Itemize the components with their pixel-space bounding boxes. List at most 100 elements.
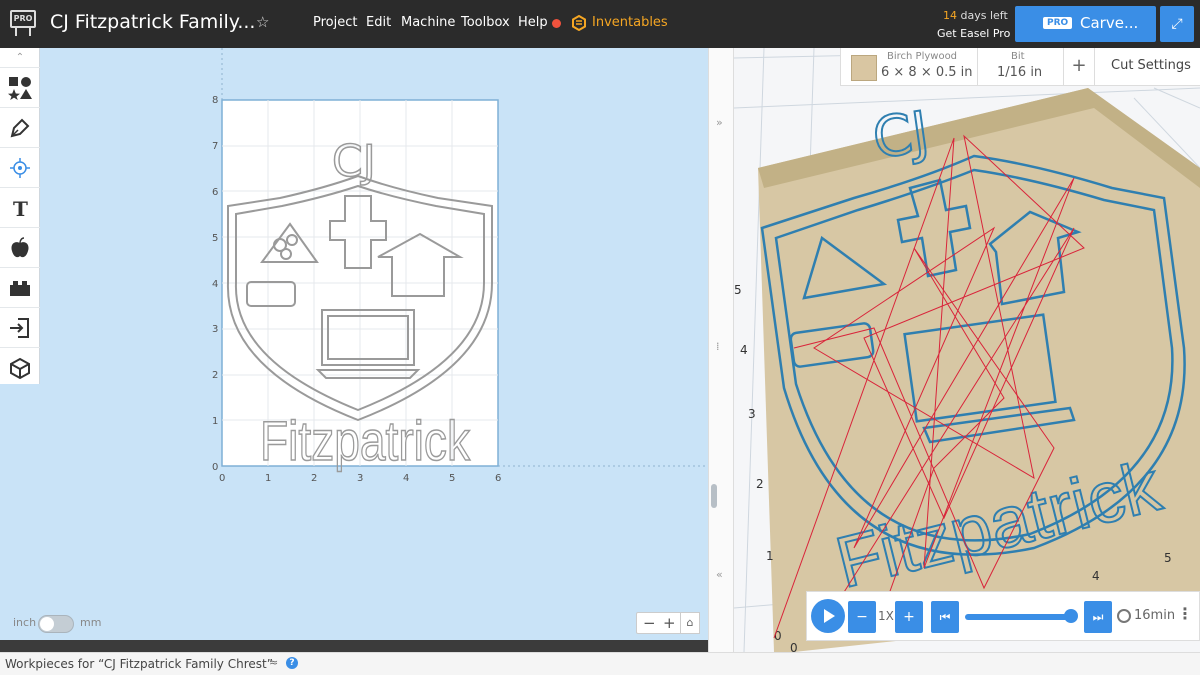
y-tick: 7: [212, 141, 218, 152]
lego-icon: [10, 281, 30, 296]
trial-days-number: 14: [943, 9, 957, 22]
more-options-icon[interactable]: ⋮: [1177, 604, 1193, 623]
x-tick: 0: [219, 473, 225, 484]
star-icon[interactable]: ☆: [256, 13, 269, 31]
project-title[interactable]: CJ Fitzpatrick Family...: [50, 11, 255, 33]
zoom-in-button[interactable]: +: [663, 614, 676, 632]
carve-label: Carve...: [1080, 14, 1139, 32]
play-icon[interactable]: [811, 599, 845, 633]
easel-logo[interactable]: PRO: [10, 10, 36, 38]
panel-divider[interactable]: » ⁞ «: [708, 48, 734, 652]
playback-speed: 1X: [878, 609, 894, 623]
status-dot-icon: [552, 19, 561, 28]
unit-inch-label: inch: [13, 616, 37, 629]
pen-tool[interactable]: [0, 108, 40, 148]
cut-settings-button[interactable]: Cut Settings: [1111, 58, 1191, 73]
y-tick: 8: [212, 95, 218, 106]
get-pro-link[interactable]: Get Easel Pro: [937, 27, 1010, 40]
box-icon: [10, 357, 30, 380]
preview-x-tick: 4: [1092, 569, 1100, 583]
carve-button[interactable]: PRO Carve...: [1015, 6, 1156, 42]
carve-pro-badge: PRO: [1043, 17, 1073, 29]
progress-knob[interactable]: [1064, 609, 1078, 623]
text-tool[interactable]: T: [0, 188, 40, 228]
faster-button[interactable]: +: [895, 601, 923, 633]
x-tick: 1: [265, 473, 271, 484]
x-tick: 2: [311, 473, 317, 484]
carve-duration: 16min: [1134, 608, 1176, 623]
preview-y-tick: 3: [748, 407, 756, 421]
target-tool[interactable]: [0, 148, 40, 188]
collapse-left-icon[interactable]: «: [716, 568, 723, 581]
3d-tool[interactable]: [0, 348, 40, 388]
home-icon[interactable]: ⌂: [680, 612, 700, 634]
shapes-icon: [8, 77, 32, 100]
import-icon: [10, 318, 29, 338]
menu-help[interactable]: Help: [518, 15, 548, 30]
progress-slider[interactable]: [965, 614, 1071, 620]
collapse-up-icon[interactable]: ⌃: [0, 48, 40, 68]
y-tick: 0: [212, 462, 218, 473]
carved-initials: CJ: [869, 100, 933, 172]
svg-text:T: T: [13, 197, 28, 220]
y-tick: 2: [212, 370, 218, 381]
logo-pro-text: PRO: [10, 10, 36, 28]
apps-tool[interactable]: [0, 228, 40, 268]
rewind-icon[interactable]: ⏮: [931, 601, 959, 633]
workpieces-label[interactable]: Workpieces for “CJ Fitzpatrick Family Ch…: [5, 657, 273, 671]
inventables-link[interactable]: Inventables: [592, 15, 668, 30]
unit-toggle[interactable]: [38, 615, 74, 633]
clock-icon: [1117, 609, 1131, 623]
drag-handle-icon[interactable]: ⁞: [716, 340, 720, 353]
y-tick: 3: [212, 324, 218, 335]
preview-y-tick: 1: [766, 549, 774, 563]
x-tick: 3: [357, 473, 363, 484]
forward-icon[interactable]: ⏭: [1084, 601, 1112, 633]
menu-edit[interactable]: Edit: [366, 15, 391, 30]
chevron-up-icon[interactable]: ≈: [269, 656, 278, 669]
menu-toolbox[interactable]: Toolbox: [461, 15, 510, 30]
simulation-controls: − 1X + ⏮ ⏭ 16min ⋮: [806, 591, 1200, 641]
top-bar: PRO CJ Fitzpatrick Family... ☆ Project E…: [0, 0, 1200, 48]
canvas-left-margin: [0, 384, 40, 640]
pen-icon: [10, 118, 30, 138]
tool-sidebar: ⌃ T: [0, 48, 40, 388]
zoom-out-button[interactable]: −: [643, 614, 656, 632]
preview-x-tick: 0: [790, 641, 798, 652]
vertical-scrollbar[interactable]: [711, 484, 717, 508]
material-swatch[interactable]: [851, 55, 877, 81]
apple-icon: [11, 237, 29, 258]
parts-tool[interactable]: [0, 268, 40, 308]
preview-y-tick: 5: [734, 283, 742, 297]
unit-mm-label: mm: [80, 616, 102, 629]
x-tick: 6: [495, 473, 501, 484]
preview-x-tick: 5: [1164, 551, 1172, 565]
expand-icon[interactable]: ⤢: [1160, 6, 1194, 42]
target-icon: [10, 158, 30, 178]
inventables-icon: [572, 15, 586, 31]
help-icon[interactable]: ?: [286, 657, 298, 669]
y-tick: 5: [212, 233, 218, 244]
slower-button[interactable]: −: [848, 601, 876, 633]
import-tool[interactable]: [0, 308, 40, 348]
carve-preview[interactable]: 5 4 3 2 1 0 0 4 5 CJ Fitzpatrick: [734, 48, 1200, 652]
y-tick: 1: [212, 416, 218, 427]
y-tick: 6: [212, 187, 218, 198]
status-bar: Workpieces for “CJ Fitzpatrick Family Ch…: [0, 652, 1200, 675]
material-panel: Birch Plywood 6 × 8 × 0.5 in Bit 1/16 in…: [840, 48, 1200, 86]
bit-label: Bit: [1011, 51, 1025, 62]
material-name[interactable]: Birch Plywood: [887, 51, 957, 62]
trial-days-text: days left: [957, 9, 1008, 22]
add-bit-button[interactable]: +: [1063, 48, 1095, 86]
menu-machine[interactable]: Machine: [401, 15, 455, 30]
material-size[interactable]: 6 × 8 × 0.5 in: [881, 65, 973, 80]
collapse-right-icon[interactable]: »: [716, 116, 723, 129]
x-tick: 5: [449, 473, 455, 484]
design-canvas[interactable]: 8 7 6 5 4 3 2 1 0 0 1 2 3 4 5 6 CJ Fitzp…: [40, 48, 708, 640]
bit-size[interactable]: 1/16 in: [997, 65, 1042, 80]
crest-surname: Fitzpatrick: [260, 409, 471, 472]
y-tick: 4: [212, 279, 218, 290]
menu-project[interactable]: Project: [313, 15, 357, 30]
shapes-tool[interactable]: [0, 68, 40, 108]
design-drawing: 8 7 6 5 4 3 2 1 0 0 1 2 3 4 5 6 CJ Fitzp…: [212, 48, 708, 484]
